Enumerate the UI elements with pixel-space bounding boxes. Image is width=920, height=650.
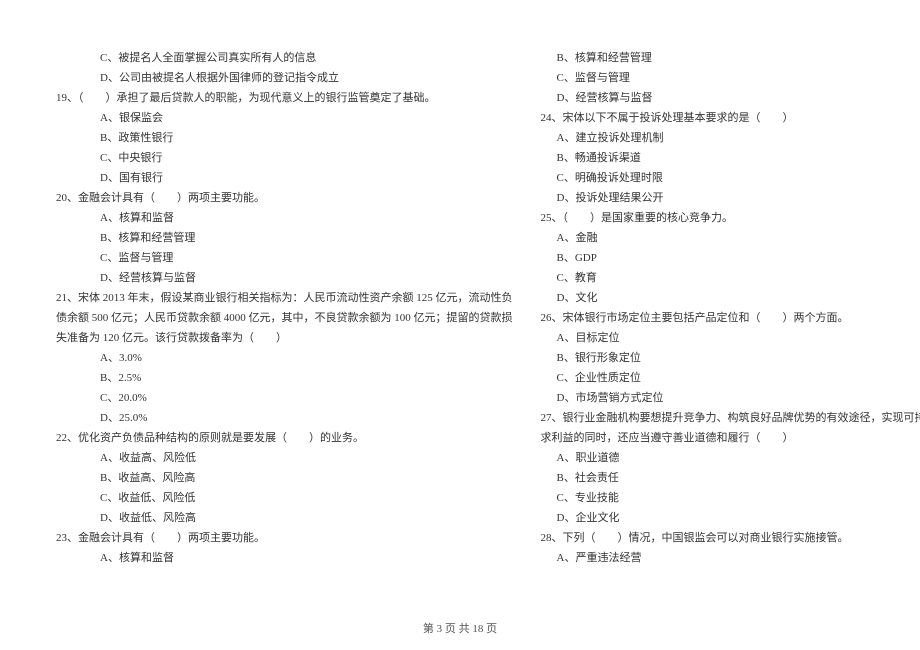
page-footer: 第 3 页 共 18 页 (0, 620, 920, 636)
text-line: 19、（ ）承担了最后贷款人的职能，为现代意义上的银行监管奠定了基础。 (56, 88, 513, 108)
text-line: A、目标定位 (541, 328, 920, 348)
text-line: D、国有银行 (56, 168, 513, 188)
text-line: D、企业文化 (541, 508, 920, 528)
text-line: C、监督与管理 (541, 68, 920, 88)
text-line: 24、宋体以下不属于投诉处理基本要求的是（ ） (541, 108, 920, 128)
text-line: D、收益低、风险高 (56, 508, 513, 528)
text-line: B、政策性银行 (56, 128, 513, 148)
text-line: 28、下列（ ）情况，中国银监会可以对商业银行实施接管。 (541, 528, 920, 548)
text-line: D、经营核算与监督 (56, 268, 513, 288)
text-line: D、25.0% (56, 408, 513, 428)
text-line: B、核算和经营管理 (541, 48, 920, 68)
text-line: C、中央银行 (56, 148, 513, 168)
text-line: C、企业性质定位 (541, 368, 920, 388)
text-line: C、20.0% (56, 388, 513, 408)
text-line: D、文化 (541, 288, 920, 308)
text-line: 25、（ ）是国家重要的核心竞争力。 (541, 208, 920, 228)
exam-page: C、被提名人全面掌握公司真实所有人的信息D、公司由被提名人根据外国律师的登记指令… (0, 0, 920, 600)
right-column: B、核算和经营管理C、监督与管理D、经营核算与监督24、宋体以下不属于投诉处理基… (541, 48, 920, 570)
text-line: 26、宋体银行市场定位主要包括产品定位和（ ）两个方面。 (541, 308, 920, 328)
text-line: A、核算和监督 (56, 208, 513, 228)
text-line: A、银保监会 (56, 108, 513, 128)
left-column: C、被提名人全面掌握公司真实所有人的信息D、公司由被提名人根据外国律师的登记指令… (56, 48, 513, 570)
text-line: C、收益低、风险低 (56, 488, 513, 508)
text-line: C、监督与管理 (56, 248, 513, 268)
text-line: A、3.0% (56, 348, 513, 368)
text-line: 21、宋体 2013 年末，假设某商业银行相关指标为：人民币流动性资产余额 12… (56, 288, 513, 308)
text-line: A、严重违法经营 (541, 548, 920, 568)
text-line: D、经营核算与监督 (541, 88, 920, 108)
text-line: 求利益的同时，还应当遵守善业道德和履行（ ） (541, 428, 920, 448)
text-line: B、社会责任 (541, 468, 920, 488)
text-line: C、明确投诉处理时限 (541, 168, 920, 188)
text-line: 22、优化资产负债品种结构的原则就是要发展（ ）的业务。 (56, 428, 513, 448)
text-line: B、畅通投诉渠道 (541, 148, 920, 168)
text-line: 失准备为 120 亿元。该行贷款拨备率为（ ） (56, 328, 513, 348)
text-line: 债余额 500 亿元；人民币贷款余额 4000 亿元，其中，不良贷款余额为 10… (56, 308, 513, 328)
text-line: C、被提名人全面掌握公司真实所有人的信息 (56, 48, 513, 68)
text-line: D、市场营销方式定位 (541, 388, 920, 408)
text-line: C、专业技能 (541, 488, 920, 508)
text-line: C、教育 (541, 268, 920, 288)
text-line: A、收益高、风险低 (56, 448, 513, 468)
text-line: A、职业道德 (541, 448, 920, 468)
text-line: D、公司由被提名人根据外国律师的登记指令成立 (56, 68, 513, 88)
text-line: D、投诉处理结果公开 (541, 188, 920, 208)
text-line: 23、金融会计具有（ ）两项主要功能。 (56, 528, 513, 548)
text-line: B、GDP (541, 248, 920, 268)
text-line: B、核算和经营管理 (56, 228, 513, 248)
text-line: A、金融 (541, 228, 920, 248)
text-line: 27、银行业金融机构要想提升竞争力、构筑良好品牌优势的有效途径，实现可持续发展，… (541, 408, 920, 428)
text-line: A、建立投诉处理机制 (541, 128, 920, 148)
text-line: B、2.5% (56, 368, 513, 388)
text-line: B、收益高、风险高 (56, 468, 513, 488)
text-line: 20、金融会计具有（ ）两项主要功能。 (56, 188, 513, 208)
text-line: B、银行形象定位 (541, 348, 920, 368)
text-line: A、核算和监督 (56, 548, 513, 568)
